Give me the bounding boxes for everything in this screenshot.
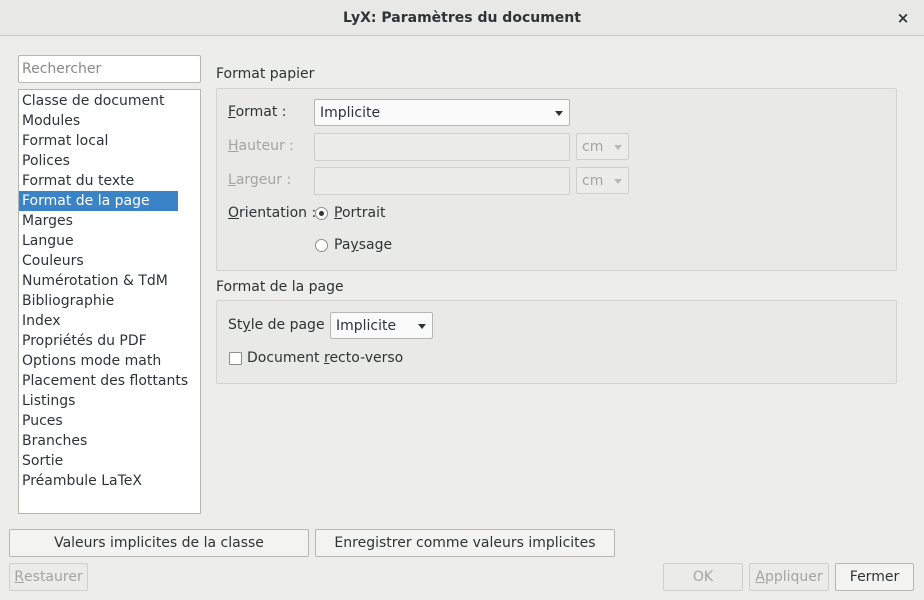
sidebar-item[interactable]: Format du texte: [19, 171, 178, 191]
paper-format-value: Implicite: [320, 104, 381, 121]
sidebar-item[interactable]: Placement des flottants: [19, 371, 188, 391]
sidebar-item[interactable]: Options mode math: [19, 351, 178, 371]
sidebar-item[interactable]: Classe de document: [19, 91, 178, 111]
save-defaults-button[interactable]: Enregistrer comme valeurs implicites: [315, 529, 615, 557]
sidebar-item[interactable]: Branches: [19, 431, 178, 451]
paper-group-title: Format papier: [216, 66, 315, 82]
recto-verso-label[interactable]: Document recto-verso: [247, 350, 403, 366]
chevron-down-icon: [614, 145, 622, 150]
sidebar-item[interactable]: Format local: [19, 131, 178, 151]
ok-button[interactable]: OK: [663, 563, 743, 591]
page-group-title: Format de la page: [216, 279, 344, 295]
class-defaults-button[interactable]: Valeurs implicites de la classe: [9, 529, 309, 557]
sidebar-item[interactable]: Puces: [19, 411, 178, 431]
height-unit-combo: cm: [576, 133, 629, 160]
chevron-down-icon: [418, 324, 426, 329]
recto-verso-checkbox[interactable]: [229, 352, 242, 365]
sidebar-item[interactable]: Index: [19, 311, 178, 331]
width-unit-value: cm: [582, 172, 604, 189]
category-list[interactable]: Classe de document Modules Format local Pol…: [18, 89, 201, 514]
portrait-label[interactable]: Portrait: [334, 205, 385, 221]
sidebar-item[interactable]: Couleurs: [19, 251, 178, 271]
window-title: LyX: Paramètres du document: [343, 9, 581, 26]
landscape-label[interactable]: Paysage: [334, 237, 392, 253]
orientation-label: Orientation :: [228, 205, 317, 221]
format-label: Format :: [228, 104, 287, 120]
page-group-box: [216, 300, 897, 384]
width-field: [314, 167, 570, 195]
landscape-radio[interactable]: [315, 239, 328, 252]
sidebar-item[interactable]: Sortie: [19, 451, 178, 471]
height-field: [314, 133, 570, 161]
sidebar-item[interactable]: Format de la page: [19, 191, 178, 211]
page-style-value: Implicite: [336, 317, 397, 334]
sidebar-item[interactable]: Listings: [19, 391, 178, 411]
width-unit-combo: cm: [576, 167, 629, 194]
height-label: Hauteur :: [228, 138, 294, 154]
sidebar-item[interactable]: Bibliographie: [19, 291, 178, 311]
apply-button[interactable]: Appliquer: [749, 563, 829, 591]
window-titlebar: LyX: Paramètres du document ×: [0, 0, 924, 36]
close-icon[interactable]: ×: [894, 9, 912, 27]
chevron-down-icon: [555, 111, 563, 116]
sidebar-item[interactable]: Propriétés du PDF: [19, 331, 178, 351]
chevron-down-icon: [614, 179, 622, 184]
paper-format-combo[interactable]: Implicite: [314, 99, 570, 126]
height-unit-value: cm: [582, 138, 604, 155]
sidebar-item[interactable]: Modules: [19, 111, 178, 131]
portrait-radio[interactable]: [315, 207, 328, 220]
restore-button[interactable]: Restaurer: [9, 563, 88, 591]
sidebar-item[interactable]: Polices: [19, 151, 178, 171]
sidebar-item[interactable]: Marges: [19, 211, 178, 231]
width-label: Largeur :: [228, 172, 292, 188]
sidebar-item[interactable]: Préambule LaTeX: [19, 471, 178, 491]
close-button[interactable]: Fermer: [835, 563, 914, 591]
sidebar-item[interactable]: Numérotation & TdM: [19, 271, 178, 291]
page-style-label: Style de page :: [228, 317, 334, 333]
search-input[interactable]: [18, 55, 201, 83]
page-style-combo[interactable]: Implicite: [330, 312, 433, 339]
sidebar-item[interactable]: Langue: [19, 231, 178, 251]
